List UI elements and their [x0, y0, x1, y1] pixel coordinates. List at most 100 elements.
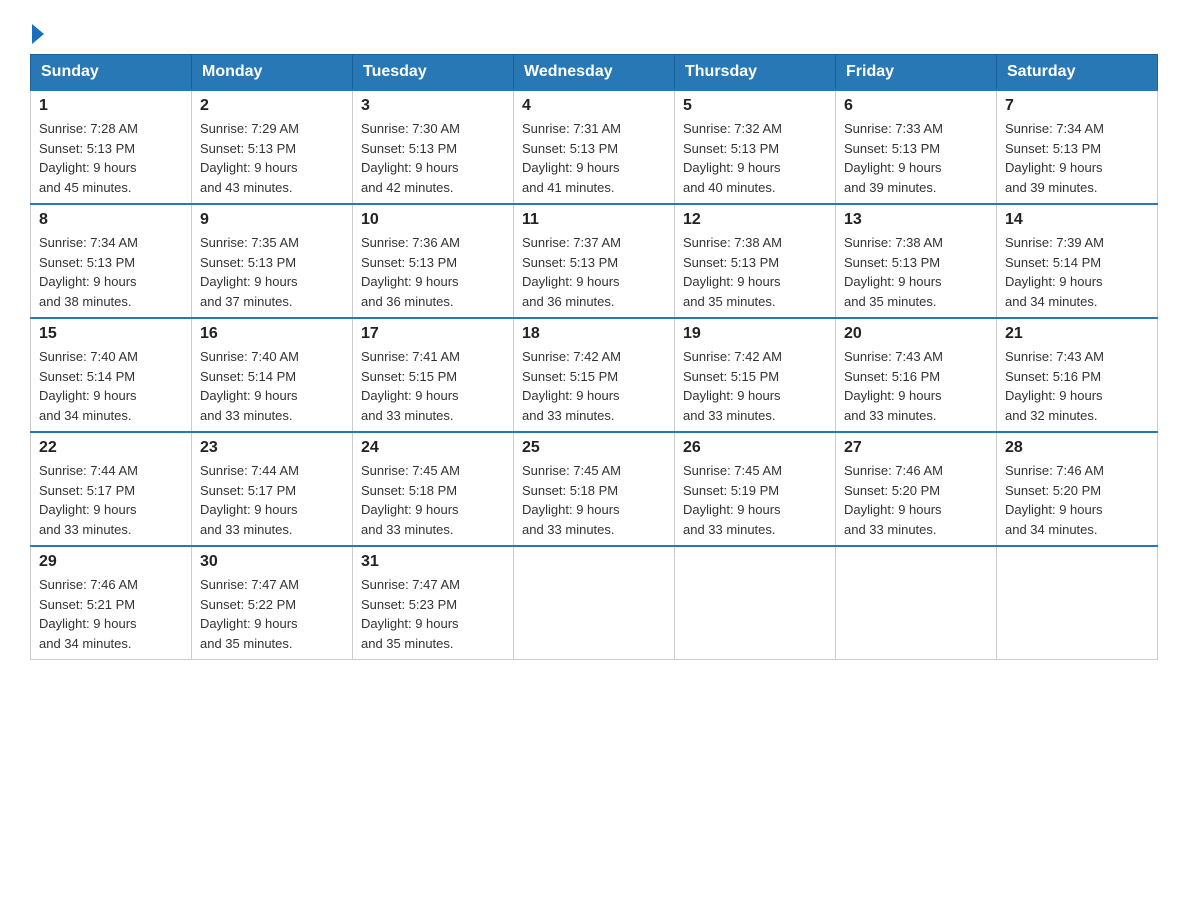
day-info: Sunrise: 7:47 AMSunset: 5:23 PMDaylight:… — [361, 575, 505, 653]
calendar-day-cell: 31 Sunrise: 7:47 AMSunset: 5:23 PMDayligh… — [353, 546, 514, 660]
calendar-week-row: 22Sunrise: 7:44 AMSunset: 5:17 PMDayligh… — [31, 432, 1158, 546]
calendar-week-row: 1 Sunrise: 7:28 AMSunset: 5:13 PMDaylight… — [31, 90, 1158, 204]
calendar-day-cell: 5Sunrise: 7:32 AMSunset: 5:13 PMDaylight… — [675, 90, 836, 204]
day-info: Sunrise: 7:47 AMSunset: 5:22 PMDaylight:… — [200, 575, 344, 653]
calendar-day-cell: 18 Sunrise: 7:42 AMSunset: 5:15 PMDayligh… — [514, 318, 675, 432]
calendar-day-cell: 23 Sunrise: 7:44 AMSunset: 5:17 PMDayligh… — [192, 432, 353, 546]
day-info: Sunrise: 7:42 AMSunset: 5:15 PMDaylight:… — [522, 347, 666, 425]
calendar-day-cell: 6Sunrise: 7:33 AMSunset: 5:13 PMDaylight… — [836, 90, 997, 204]
day-info: Sunrise: 7:34 AMSunset: 5:13 PMDaylight:… — [1005, 119, 1149, 197]
calendar-day-cell: 19Sunrise: 7:42 AMSunset: 5:15 PMDayligh… — [675, 318, 836, 432]
empty-cell — [514, 546, 675, 660]
day-info: Sunrise: 7:36 AMSunset: 5:13 PMDaylight:… — [361, 233, 505, 311]
day-number: 20 — [844, 325, 988, 343]
day-number: 13 — [844, 211, 988, 229]
calendar-day-cell: 16 Sunrise: 7:40 AMSunset: 5:14 PMDayligh… — [192, 318, 353, 432]
weekday-header-sunday: Sunday — [31, 55, 192, 91]
day-number: 30 — [200, 553, 344, 571]
calendar-day-cell: 21 Sunrise: 7:43 AMSunset: 5:16 PMDayligh… — [997, 318, 1158, 432]
day-number: 26 — [683, 439, 827, 457]
empty-cell — [997, 546, 1158, 660]
calendar-day-cell: 12 Sunrise: 7:38 AMSunset: 5:13 PMDayligh… — [675, 204, 836, 318]
calendar-day-cell: 22Sunrise: 7:44 AMSunset: 5:17 PMDayligh… — [31, 432, 192, 546]
day-info: Sunrise: 7:41 AMSunset: 5:15 PMDaylight:… — [361, 347, 505, 425]
day-info: Sunrise: 7:44 AMSunset: 5:17 PMDaylight:… — [200, 461, 344, 539]
calendar-week-row: 29 Sunrise: 7:46 AMSunset: 5:21 PMDayligh… — [31, 546, 1158, 660]
calendar-day-cell: 11 Sunrise: 7:37 AMSunset: 5:13 PMDayligh… — [514, 204, 675, 318]
calendar-day-cell: 25Sunrise: 7:45 AMSunset: 5:18 PMDayligh… — [514, 432, 675, 546]
day-info: Sunrise: 7:43 AMSunset: 5:16 PMDaylight:… — [1005, 347, 1149, 425]
weekday-header-friday: Friday — [836, 55, 997, 91]
day-number: 2 — [200, 97, 344, 115]
calendar-day-cell: 4 Sunrise: 7:31 AMSunset: 5:13 PMDaylight… — [514, 90, 675, 204]
calendar-day-cell: 3 Sunrise: 7:30 AMSunset: 5:13 PMDaylight… — [353, 90, 514, 204]
day-info: Sunrise: 7:40 AMSunset: 5:14 PMDaylight:… — [200, 347, 344, 425]
day-number: 21 — [1005, 325, 1149, 343]
day-number: 29 — [39, 553, 183, 571]
day-info: Sunrise: 7:43 AMSunset: 5:16 PMDaylight:… — [844, 347, 988, 425]
calendar-day-cell: 14 Sunrise: 7:39 AMSunset: 5:14 PMDayligh… — [997, 204, 1158, 318]
calendar-day-cell: 24 Sunrise: 7:45 AMSunset: 5:18 PMDayligh… — [353, 432, 514, 546]
day-info: Sunrise: 7:46 AMSunset: 5:20 PMDaylight:… — [844, 461, 988, 539]
calendar-day-cell: 17 Sunrise: 7:41 AMSunset: 5:15 PMDayligh… — [353, 318, 514, 432]
calendar-day-cell: 15 Sunrise: 7:40 AMSunset: 5:14 PMDayligh… — [31, 318, 192, 432]
weekday-header-thursday: Thursday — [675, 55, 836, 91]
day-number: 28 — [1005, 439, 1149, 457]
day-number: 31 — [361, 553, 505, 571]
day-number: 18 — [522, 325, 666, 343]
calendar-day-cell: 28 Sunrise: 7:46 AMSunset: 5:20 PMDayligh… — [997, 432, 1158, 546]
day-number: 17 — [361, 325, 505, 343]
calendar-day-cell: 2 Sunrise: 7:29 AMSunset: 5:13 PMDaylight… — [192, 90, 353, 204]
day-info: Sunrise: 7:40 AMSunset: 5:14 PMDaylight:… — [39, 347, 183, 425]
day-number: 14 — [1005, 211, 1149, 229]
day-info: Sunrise: 7:44 AMSunset: 5:17 PMDaylight:… — [39, 461, 183, 539]
calendar-table: SundayMondayTuesdayWednesdayThursdayFrid… — [30, 54, 1158, 660]
day-info: Sunrise: 7:29 AMSunset: 5:13 PMDaylight:… — [200, 119, 344, 197]
day-info: Sunrise: 7:45 AMSunset: 5:18 PMDaylight:… — [361, 461, 505, 539]
calendar-week-row: 15 Sunrise: 7:40 AMSunset: 5:14 PMDayligh… — [31, 318, 1158, 432]
empty-cell — [836, 546, 997, 660]
day-number: 15 — [39, 325, 183, 343]
weekday-header-wednesday: Wednesday — [514, 55, 675, 91]
calendar-day-cell: 13 Sunrise: 7:38 AMSunset: 5:13 PMDayligh… — [836, 204, 997, 318]
calendar-day-cell: 29 Sunrise: 7:46 AMSunset: 5:21 PMDayligh… — [31, 546, 192, 660]
weekday-header-monday: Monday — [192, 55, 353, 91]
day-info: Sunrise: 7:38 AMSunset: 5:13 PMDaylight:… — [844, 233, 988, 311]
day-info: Sunrise: 7:37 AMSunset: 5:13 PMDaylight:… — [522, 233, 666, 311]
day-number: 12 — [683, 211, 827, 229]
calendar-day-cell: 8Sunrise: 7:34 AMSunset: 5:13 PMDaylight… — [31, 204, 192, 318]
day-number: 11 — [522, 211, 666, 229]
calendar-day-cell: 20 Sunrise: 7:43 AMSunset: 5:16 PMDayligh… — [836, 318, 997, 432]
calendar-day-cell: 7 Sunrise: 7:34 AMSunset: 5:13 PMDaylight… — [997, 90, 1158, 204]
day-info: Sunrise: 7:46 AMSunset: 5:21 PMDaylight:… — [39, 575, 183, 653]
day-number: 1 — [39, 97, 183, 115]
day-info: Sunrise: 7:31 AMSunset: 5:13 PMDaylight:… — [522, 119, 666, 197]
day-info: Sunrise: 7:46 AMSunset: 5:20 PMDaylight:… — [1005, 461, 1149, 539]
calendar-day-cell: 26Sunrise: 7:45 AMSunset: 5:19 PMDayligh… — [675, 432, 836, 546]
day-number: 24 — [361, 439, 505, 457]
weekday-header-tuesday: Tuesday — [353, 55, 514, 91]
logo — [30, 20, 44, 44]
calendar-day-cell: 30 Sunrise: 7:47 AMSunset: 5:22 PMDayligh… — [192, 546, 353, 660]
day-number: 7 — [1005, 97, 1149, 115]
day-number: 16 — [200, 325, 344, 343]
day-info: Sunrise: 7:30 AMSunset: 5:13 PMDaylight:… — [361, 119, 505, 197]
day-number: 6 — [844, 97, 988, 115]
day-number: 4 — [522, 97, 666, 115]
day-info: Sunrise: 7:28 AMSunset: 5:13 PMDaylight:… — [39, 119, 183, 197]
calendar-day-cell: 9 Sunrise: 7:35 AMSunset: 5:13 PMDaylight… — [192, 204, 353, 318]
weekday-header-saturday: Saturday — [997, 55, 1158, 91]
day-number: 9 — [200, 211, 344, 229]
day-info: Sunrise: 7:38 AMSunset: 5:13 PMDaylight:… — [683, 233, 827, 311]
empty-cell — [675, 546, 836, 660]
day-number: 23 — [200, 439, 344, 457]
calendar-day-cell: 10 Sunrise: 7:36 AMSunset: 5:13 PMDayligh… — [353, 204, 514, 318]
day-number: 10 — [361, 211, 505, 229]
page-header — [30, 20, 1158, 44]
day-info: Sunrise: 7:35 AMSunset: 5:13 PMDaylight:… — [200, 233, 344, 311]
day-info: Sunrise: 7:32 AMSunset: 5:13 PMDaylight:… — [683, 119, 827, 197]
day-info: Sunrise: 7:39 AMSunset: 5:14 PMDaylight:… — [1005, 233, 1149, 311]
day-number: 3 — [361, 97, 505, 115]
day-info: Sunrise: 7:42 AMSunset: 5:15 PMDaylight:… — [683, 347, 827, 425]
calendar-day-cell: 1 Sunrise: 7:28 AMSunset: 5:13 PMDaylight… — [31, 90, 192, 204]
